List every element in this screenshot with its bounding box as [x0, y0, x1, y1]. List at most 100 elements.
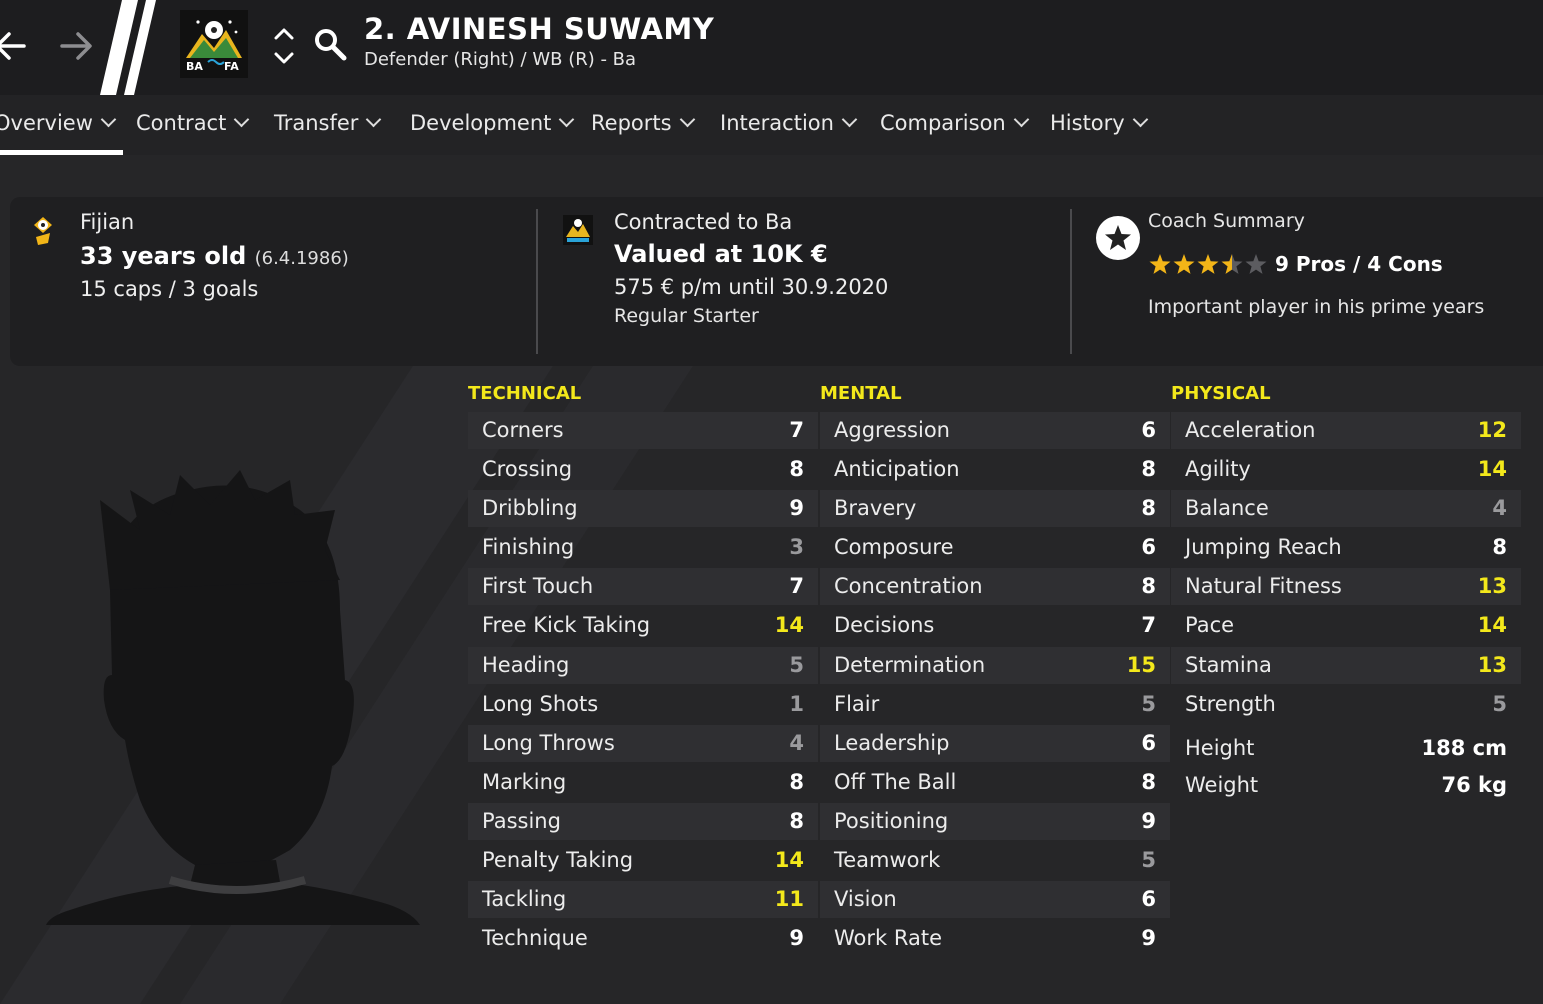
attribute-row[interactable]: Corners 7 — [468, 412, 818, 449]
weight-label: Weight — [1185, 773, 1259, 797]
attribute-row[interactable]: Bravery 8 — [820, 490, 1170, 528]
attribute-row[interactable]: Natural Fitness 13 — [1171, 568, 1521, 606]
attribute-row[interactable]: Teamwork 5 — [820, 842, 1170, 879]
star-icon — [1149, 254, 1171, 274]
attribute-value: 7 — [1141, 613, 1156, 638]
chevron-down-icon — [559, 111, 575, 128]
attribute-row[interactable]: Stamina 13 — [1171, 646, 1521, 684]
attribute-value: 3 — [789, 535, 804, 560]
attribute-label: Anticipation — [834, 457, 960, 482]
attribute-label: Balance — [1185, 496, 1269, 521]
club-small-badge-icon[interactable] — [563, 215, 593, 245]
attribute-label: Determination — [834, 652, 986, 677]
attribute-row[interactable]: Positioning 9 — [820, 802, 1170, 840]
club-badge-icon[interactable]: BA FA — [180, 10, 248, 78]
attribute-row[interactable]: First Touch 7 — [468, 568, 818, 606]
attribute-row[interactable]: Off The Ball 8 — [820, 764, 1170, 801]
attribute-row[interactable]: Free Kick Taking 14 — [468, 607, 818, 644]
forward-arrow-icon[interactable] — [56, 26, 96, 66]
player-up-down-icon[interactable] — [272, 24, 296, 70]
attribute-row[interactable]: Crossing 8 — [468, 451, 818, 488]
tab-transfer[interactable]: Transfer — [274, 111, 382, 135]
attribute-label: Teamwork — [834, 848, 941, 873]
panel-divider — [1070, 209, 1072, 354]
attribute-row[interactable]: Aggression 6 — [820, 412, 1170, 449]
attribute-label: Positioning — [834, 808, 949, 833]
attribute-row[interactable]: Jumping Reach 8 — [1171, 529, 1521, 566]
chevron-down-icon — [679, 111, 695, 128]
attribute-row[interactable]: Concentration 8 — [820, 568, 1170, 606]
height-row: Height 188 cm — [1171, 730, 1521, 767]
attribute-row[interactable]: Marking 8 — [468, 764, 818, 801]
attribute-value: 5 — [1492, 691, 1507, 716]
player-value-text: Valued at 10K € — [614, 240, 828, 268]
date-of-birth: (6.4.1986) — [254, 248, 349, 269]
pros-cons-text: 9 Pros / 4 Cons — [1275, 252, 1443, 276]
tab-history[interactable]: History — [1050, 111, 1148, 135]
attribute-label: Agility — [1185, 457, 1251, 482]
attribute-row[interactable]: Pace 14 — [1171, 607, 1521, 644]
tab-overview[interactable]: Overview — [0, 111, 117, 135]
attribute-value: 6 — [1141, 418, 1156, 442]
attribute-label: Free Kick Taking — [482, 613, 651, 638]
attribute-value: 8 — [789, 808, 804, 833]
attribute-row[interactable]: Decisions 7 — [820, 607, 1170, 644]
attribute-row[interactable]: Work Rate 9 — [820, 920, 1170, 957]
attribute-value: 13 — [1477, 574, 1507, 599]
attribute-row[interactable]: Flair 5 — [820, 686, 1170, 723]
attribute-label: Long Throws — [482, 730, 615, 755]
attribute-value: 6 — [1141, 730, 1156, 755]
attribute-value: 4 — [1492, 496, 1507, 521]
tab-reports[interactable]: Reports — [591, 111, 695, 135]
attribute-value: 5 — [1141, 691, 1156, 716]
attribute-label: Passing — [482, 808, 561, 833]
star-icon — [1173, 254, 1195, 274]
attribute-row[interactable]: Composure 6 — [820, 529, 1170, 566]
svg-text:BA: BA — [186, 60, 203, 73]
attribute-row[interactable]: Long Shots 1 — [468, 686, 818, 723]
attribute-value: 14 — [774, 613, 804, 638]
player-silhouette-image — [40, 470, 430, 930]
attribute-row[interactable]: Anticipation 8 — [820, 451, 1170, 488]
attribute-row[interactable]: Penalty Taking 14 — [468, 842, 818, 879]
attribute-row[interactable]: Leadership 6 — [820, 724, 1170, 762]
weight-row: Weight 76 kg — [1171, 767, 1521, 804]
back-arrow-icon[interactable] — [0, 26, 32, 66]
attribute-value: 1 — [789, 691, 804, 716]
attribute-row[interactable]: Balance 4 — [1171, 490, 1521, 528]
attribute-row[interactable]: Heading 5 — [468, 646, 818, 684]
attribute-row[interactable]: Tackling 11 — [468, 881, 818, 919]
attribute-label: Concentration — [834, 574, 983, 599]
tab-comparison[interactable]: Comparison — [880, 111, 1030, 135]
attribute-value: 8 — [789, 769, 804, 794]
attribute-row[interactable]: Acceleration 12 — [1171, 412, 1521, 449]
attribute-row[interactable]: Passing 8 — [468, 802, 818, 840]
attribute-label: Crossing — [482, 457, 573, 482]
star-icon — [1221, 254, 1243, 274]
attribute-row[interactable]: Technique 9 — [468, 920, 818, 957]
tab-contract[interactable]: Contract — [136, 111, 250, 135]
attribute-label: Natural Fitness — [1185, 574, 1342, 599]
attribute-label: Corners — [482, 418, 564, 442]
tab-development[interactable]: Development — [410, 111, 575, 135]
chevron-down-icon — [234, 111, 250, 128]
attribute-row[interactable]: Dribbling 9 — [468, 490, 818, 528]
attribute-row[interactable]: Agility 14 — [1171, 451, 1521, 488]
coach-star-icon[interactable] — [1096, 216, 1140, 260]
attribute-row[interactable]: Determination 15 — [820, 646, 1170, 684]
search-icon[interactable] — [312, 26, 348, 62]
attribute-label: Long Shots — [482, 691, 599, 716]
attribute-label: Aggression — [834, 418, 950, 442]
nationality-label: Fijian — [80, 210, 135, 234]
attribute-row[interactable]: Finishing 3 — [468, 529, 818, 566]
player-info-panel: Fijian 33 years old (6.4.1986) 15 caps /… — [10, 197, 1543, 366]
attribute-row[interactable]: Strength 5 — [1171, 686, 1521, 723]
attribute-label: Marking — [482, 769, 567, 794]
coach-summary-title: Coach Summary — [1148, 210, 1305, 232]
attribute-label: Strength — [1185, 691, 1276, 716]
attribute-row[interactable]: Vision 6 — [820, 881, 1170, 919]
attribute-value: 15 — [1126, 652, 1156, 677]
attribute-row[interactable]: Long Throws 4 — [468, 724, 818, 762]
tab-interaction[interactable]: Interaction — [720, 111, 858, 135]
header-slash-decoration — [100, 0, 170, 95]
